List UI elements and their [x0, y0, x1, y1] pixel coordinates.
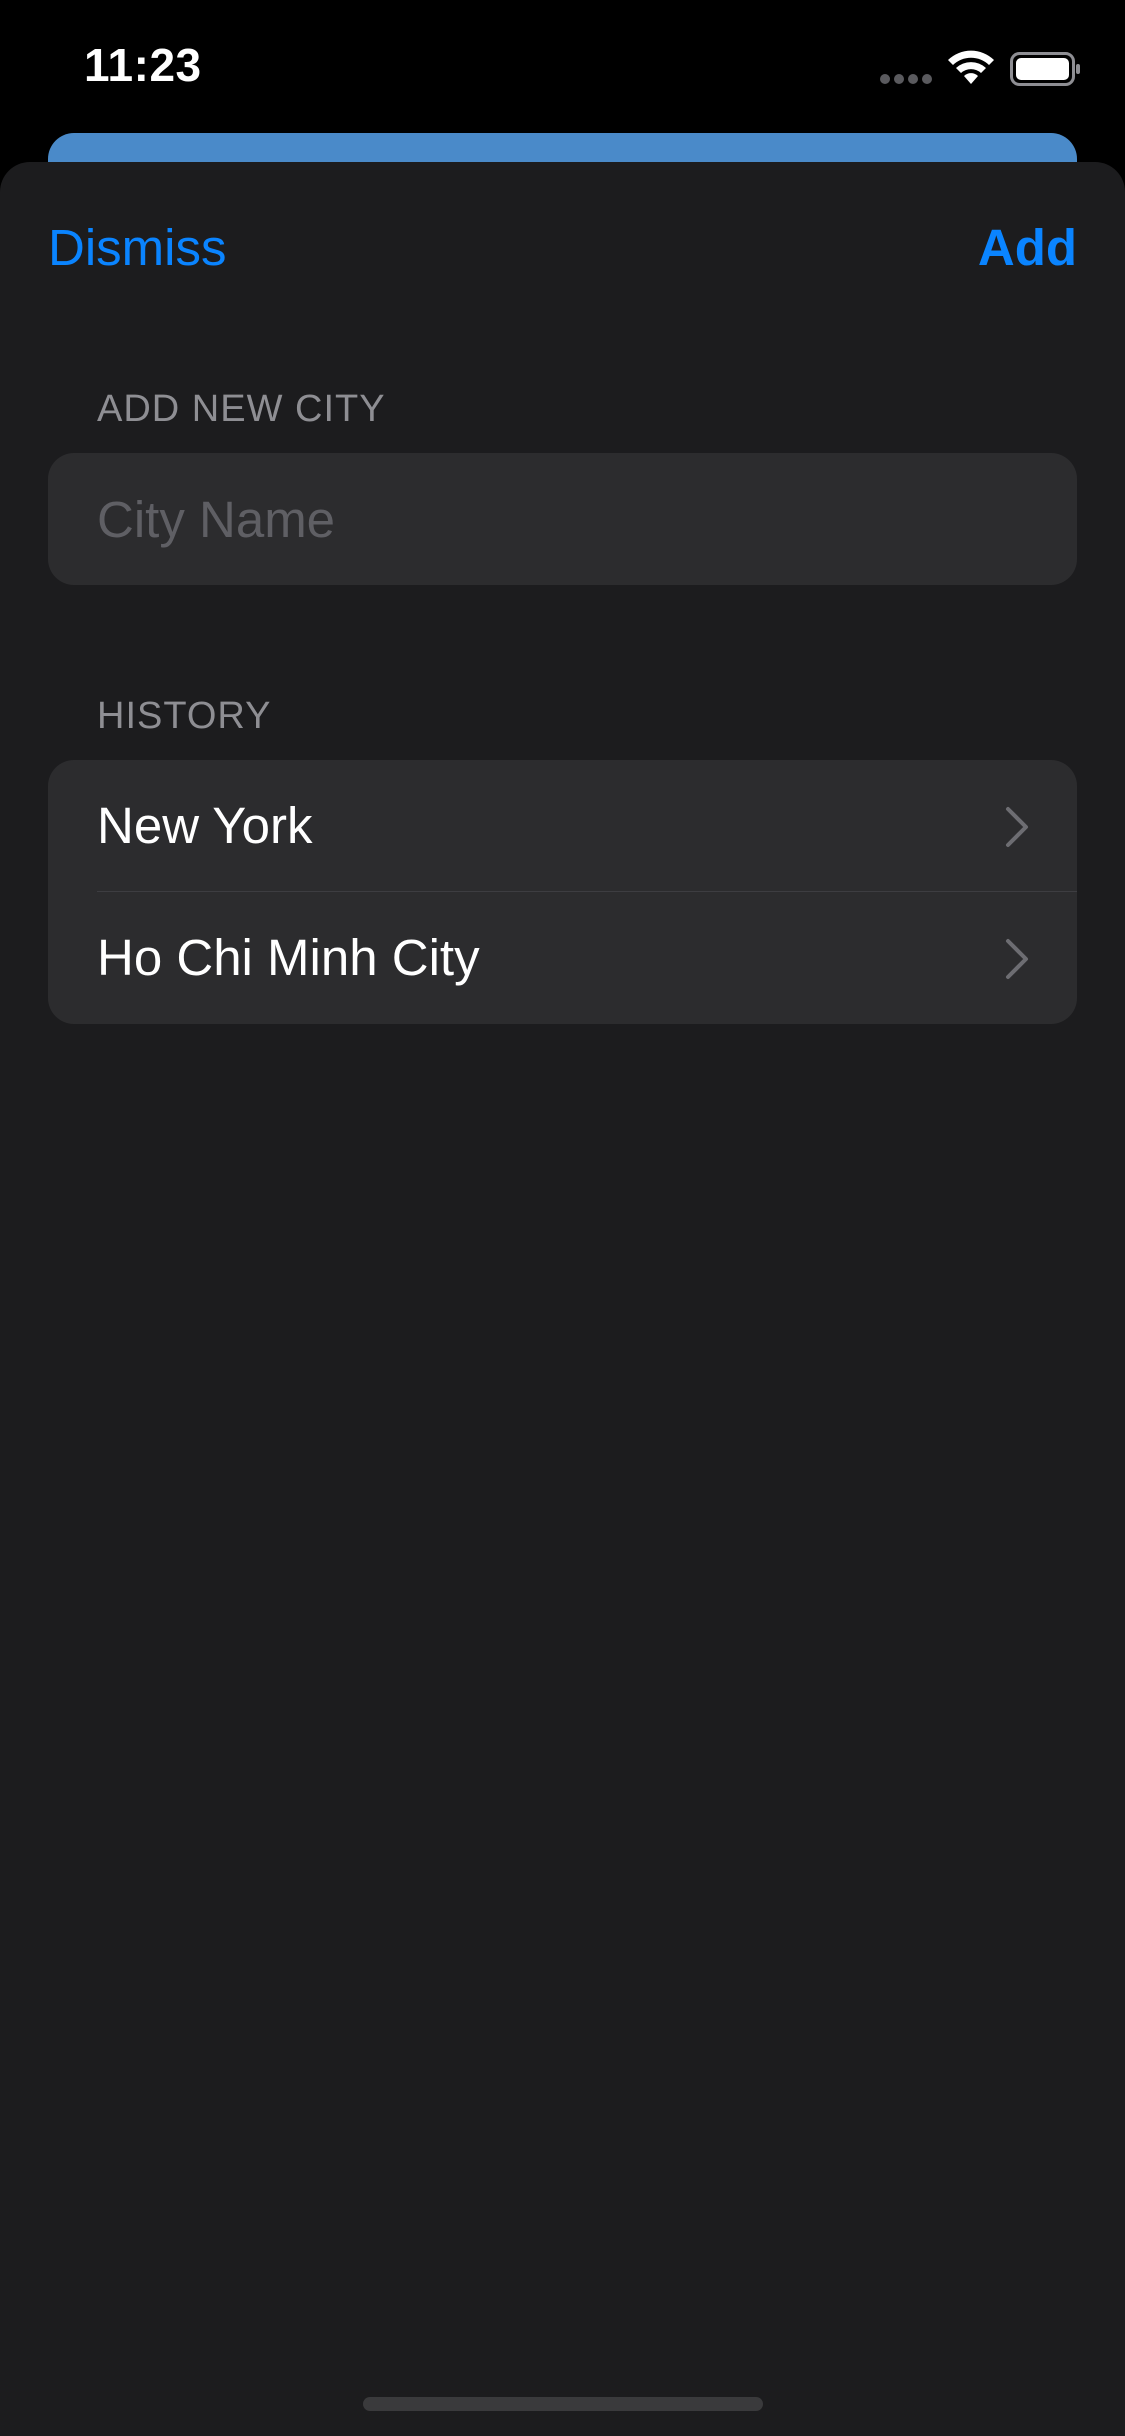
screen: 11:23 Dismiss Add ADD NEW CITY HISTORY N…: [0, 0, 1125, 2436]
cellular-signal-icon: [880, 74, 932, 84]
add-button[interactable]: Add: [978, 218, 1077, 277]
wifi-icon: [948, 50, 994, 84]
history-list: New York Ho Chi Minh City: [48, 760, 1077, 1024]
battery-icon: [1010, 52, 1080, 86]
city-input-group: [48, 453, 1077, 585]
dismiss-button[interactable]: Dismiss: [48, 218, 226, 277]
chevron-right-icon: [1006, 939, 1028, 979]
history-item-label: Ho Chi Minh City: [97, 929, 480, 986]
status-time: 11:23: [84, 39, 202, 91]
history-item-ho-chi-minh-city[interactable]: Ho Chi Minh City: [48, 892, 1077, 1024]
city-name-input[interactable]: [48, 453, 1077, 585]
add-city-sheet: Dismiss Add ADD NEW CITY HISTORY New Yor…: [0, 162, 1125, 2436]
history-header: HISTORY: [97, 695, 272, 737]
status-bar: 11:23: [0, 0, 1125, 132]
chevron-right-icon: [1006, 807, 1028, 847]
history-item-new-york[interactable]: New York: [48, 760, 1077, 892]
history-item-label: New York: [97, 797, 313, 854]
home-indicator[interactable]: [363, 2397, 763, 2411]
add-new-city-header: ADD NEW CITY: [97, 388, 386, 430]
